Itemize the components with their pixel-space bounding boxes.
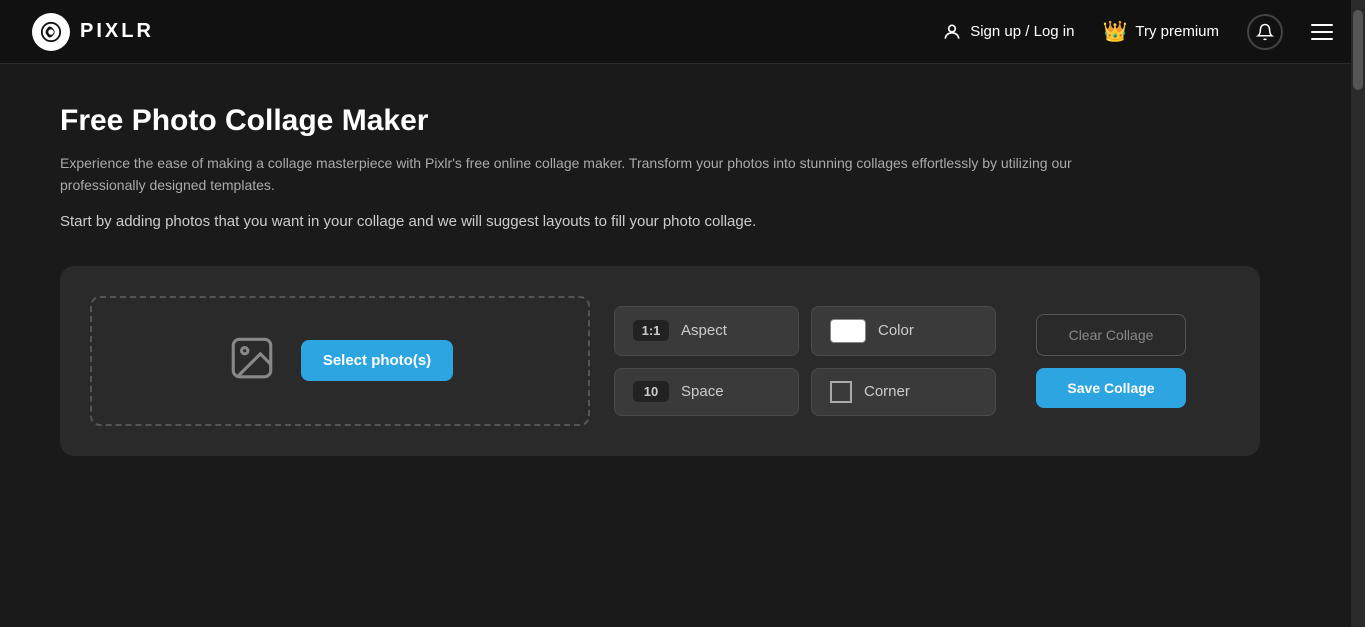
page-tagline: Start by adding photos that you want in … xyxy=(60,213,1305,230)
menu-line-1 xyxy=(1311,24,1333,26)
premium-link[interactable]: 👑 Try premium xyxy=(1102,19,1219,44)
controls-section: 1:1 Aspect Color 10 Space Corner xyxy=(614,306,996,416)
aspect-badge: 1:1 xyxy=(633,320,669,341)
notification-button[interactable] xyxy=(1247,14,1283,50)
color-label: Color xyxy=(878,322,914,339)
save-collage-button[interactable]: Save Collage xyxy=(1036,368,1186,408)
select-photos-button[interactable]: Select photo(s) xyxy=(301,340,453,381)
space-label: Space xyxy=(681,383,724,400)
menu-line-3 xyxy=(1311,38,1333,40)
color-control[interactable]: Color xyxy=(811,306,996,356)
corner-control[interactable]: Corner xyxy=(811,368,996,416)
color-swatch xyxy=(830,319,866,343)
logo-text: PIXLR xyxy=(80,20,154,43)
signup-label: Sign up / Log in xyxy=(970,23,1074,40)
image-upload-icon xyxy=(227,333,277,388)
clear-collage-button[interactable]: Clear Collage xyxy=(1036,314,1186,356)
page-description: Experience the ease of making a collage … xyxy=(60,152,1160,197)
space-control[interactable]: 10 Space xyxy=(614,368,799,416)
logo[interactable]: PIXLR xyxy=(32,13,154,51)
navbar: PIXLR Sign up / Log in 👑 Try premium xyxy=(0,0,1365,64)
premium-label: Try premium xyxy=(1135,23,1219,40)
upload-area[interactable]: Select photo(s) xyxy=(90,296,590,426)
user-icon xyxy=(942,22,962,42)
signup-link[interactable]: Sign up / Log in xyxy=(942,22,1074,42)
scrollbar xyxy=(1351,0,1365,627)
corner-label: Corner xyxy=(864,383,910,400)
controls-row-2: 10 Space Corner xyxy=(614,368,996,416)
collage-panel: Select photo(s) 1:1 Aspect Color 10 xyxy=(60,266,1260,456)
space-badge: 10 xyxy=(633,381,669,402)
navbar-right: Sign up / Log in 👑 Try premium xyxy=(942,14,1333,50)
menu-line-2 xyxy=(1311,31,1333,33)
bell-icon xyxy=(1256,23,1274,41)
main-content: Free Photo Collage Maker Experience the … xyxy=(0,64,1365,496)
logo-icon xyxy=(32,13,70,51)
action-buttons: Clear Collage Save Collage xyxy=(1036,314,1186,408)
corner-icon xyxy=(830,381,852,403)
controls-row-1: 1:1 Aspect Color xyxy=(614,306,996,356)
hamburger-menu[interactable] xyxy=(1311,24,1333,40)
aspect-control[interactable]: 1:1 Aspect xyxy=(614,306,799,356)
aspect-label: Aspect xyxy=(681,322,727,339)
scrollbar-thumb[interactable] xyxy=(1353,10,1363,90)
crown-icon: 👑 xyxy=(1102,19,1127,44)
page-title: Free Photo Collage Maker xyxy=(60,104,1305,138)
